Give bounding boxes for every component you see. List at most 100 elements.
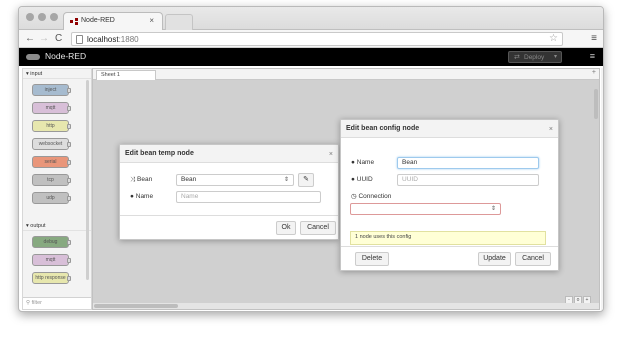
name-input-placeholder: Name: [181, 193, 199, 200]
uuid-label-text: UUID: [356, 176, 373, 183]
clock-icon: ◷: [351, 193, 357, 200]
edit-bean-config-dialog: Edit bean config node × ● Name Bean ● UU…: [340, 119, 559, 271]
browser-tab[interactable]: Node-RED ×: [63, 12, 163, 30]
palette-node-label: http: [46, 123, 55, 129]
node-port: [67, 106, 71, 111]
node-red-logo-icon: [26, 54, 40, 60]
app-title: Node-RED: [45, 51, 87, 61]
name-label-text: Name: [135, 193, 154, 200]
select-caret-icon: ⇕: [490, 206, 496, 212]
browser-tab-title: Node-RED: [81, 17, 115, 24]
browser-window: Node-RED × ← → C localhost:1880 ☆ ≡ Node…: [18, 6, 604, 312]
zoom-controls: - o +: [564, 288, 591, 304]
palette-node-input-4[interactable]: serial: [32, 156, 71, 168]
name-label: ● Name: [130, 193, 153, 200]
palette-node-label: udp: [46, 195, 55, 201]
bean-label: ⤨ Bean: [130, 176, 152, 184]
reload-icon[interactable]: C: [55, 33, 62, 44]
palette-node-output-1[interactable]: mqtt: [32, 254, 71, 266]
node-port: [67, 276, 71, 281]
palette-scrollbar[interactable]: [86, 80, 89, 280]
uuid-input[interactable]: UUID: [397, 174, 539, 186]
cancel-button[interactable]: Cancel: [515, 252, 551, 266]
forward-arrow-icon[interactable]: →: [39, 33, 49, 44]
palette-node-label: mqtt: [45, 257, 56, 263]
close-icon[interactable]: ×: [329, 146, 333, 164]
palette-node-label: serial: [44, 159, 57, 165]
bean-select-value: Bean: [181, 176, 197, 183]
chevron-down-icon[interactable]: ▾: [554, 53, 557, 60]
main-menu-icon[interactable]: ≡: [590, 51, 595, 61]
dialog-footer: Delete Update Cancel: [341, 246, 558, 270]
node-palette: ▾ input inject mqtt http websocket serial tcp…: [22, 68, 92, 310]
palette-node-label: http response: [35, 275, 66, 281]
edit-bean-temp-dialog: Edit bean temp node × ⤨ Bean Bean ⇕ ✎ ● …: [119, 144, 339, 240]
dialog-footer: Ok Cancel: [120, 215, 338, 239]
close-icon[interactable]: ×: [549, 121, 553, 139]
palette-node-input-1[interactable]: mqtt: [32, 102, 71, 114]
palette-node-input-2[interactable]: http: [32, 120, 71, 132]
ok-button[interactable]: Ok: [276, 221, 296, 235]
node-port: [67, 160, 71, 165]
dialog-title: Edit bean temp node ×: [120, 145, 338, 163]
sidebar-edge: [601, 68, 603, 310]
palette-node-input-5[interactable]: tcp: [32, 174, 71, 186]
node-port: [67, 142, 71, 147]
deploy-button[interactable]: ⇄ Deploy ▾: [508, 51, 562, 63]
url-port: :1880: [118, 35, 139, 44]
node-red-header: Node-RED ⇄ Deploy ▾ ≡: [19, 48, 603, 66]
palette-category-output[interactable]: ▾ output: [23, 221, 91, 231]
palette-category-input[interactable]: ▾ input: [23, 69, 91, 79]
url-text: localhost:1880: [87, 35, 139, 44]
workspace-vertical-scrollbar[interactable]: [594, 89, 598, 119]
close-window-button[interactable]: [26, 13, 34, 21]
name-label: ● Name: [351, 159, 374, 166]
palette-node-output-2[interactable]: http response: [32, 272, 71, 284]
filter-placeholder: filter: [31, 300, 42, 306]
dialog-title-text: Edit bean config node: [346, 125, 420, 132]
palette-node-label: inject: [44, 87, 57, 93]
palette-filter-input[interactable]: ⚲ filter: [23, 297, 91, 309]
palette-node-output-0[interactable]: debug: [32, 236, 71, 248]
tab-sheet-1[interactable]: Sheet 1: [96, 70, 156, 80]
browser-tab-close-icon[interactable]: ×: [149, 16, 154, 25]
palette-node-input-0[interactable]: inject: [32, 84, 71, 96]
dialog-title: Edit bean config node ×: [341, 120, 558, 138]
cancel-button[interactable]: Cancel: [300, 221, 336, 235]
tag-icon: ●: [351, 159, 355, 166]
usage-note: 1 node uses this config: [350, 231, 546, 245]
minimize-window-button[interactable]: [38, 13, 46, 21]
palette-node-input-6[interactable]: udp: [32, 192, 71, 204]
address-bar[interactable]: localhost:1880 ☆: [71, 32, 563, 46]
page-icon: [76, 35, 83, 44]
bean-select[interactable]: Bean ⇕: [176, 174, 294, 186]
add-tab-button[interactable]: +: [592, 69, 596, 76]
config-name-input[interactable]: Bean: [397, 157, 539, 169]
connection-select[interactable]: ⇕: [350, 203, 501, 215]
star-icon[interactable]: ☆: [549, 33, 558, 44]
node-port: [67, 124, 71, 129]
palette-node-label: tcp: [47, 177, 54, 183]
uuid-placeholder: UUID: [402, 176, 418, 183]
workspace-tabs: Sheet 1 +: [93, 69, 599, 80]
back-arrow-icon[interactable]: ←: [25, 33, 35, 44]
pencil-icon: ✎: [303, 176, 309, 183]
connection-label-text: Connection: [358, 193, 392, 200]
node-port: [67, 240, 71, 245]
workspace-horizontal-scrollbar[interactable]: [93, 303, 599, 309]
dialog-title-text: Edit bean temp node: [125, 150, 194, 157]
select-caret-icon: ⇕: [283, 177, 289, 183]
palette-node-label: mqtt: [45, 105, 56, 111]
new-tab-button[interactable]: [165, 14, 193, 30]
menu-icon[interactable]: ≡: [591, 33, 597, 44]
delete-button[interactable]: Delete: [355, 252, 389, 266]
connection-label: ◷ Connection: [351, 192, 391, 200]
scrollbar-thumb[interactable]: [94, 304, 178, 308]
palette-node-input-3[interactable]: websocket: [32, 138, 71, 150]
edit-bean-config-button[interactable]: ✎: [298, 173, 314, 187]
update-button[interactable]: Update: [478, 252, 511, 266]
maximize-window-button[interactable]: [50, 13, 58, 21]
browser-toolbar: ← → C localhost:1880 ☆ ≡: [19, 30, 603, 48]
name-input[interactable]: Name: [176, 191, 321, 203]
uuid-label: ● UUID: [351, 176, 373, 183]
